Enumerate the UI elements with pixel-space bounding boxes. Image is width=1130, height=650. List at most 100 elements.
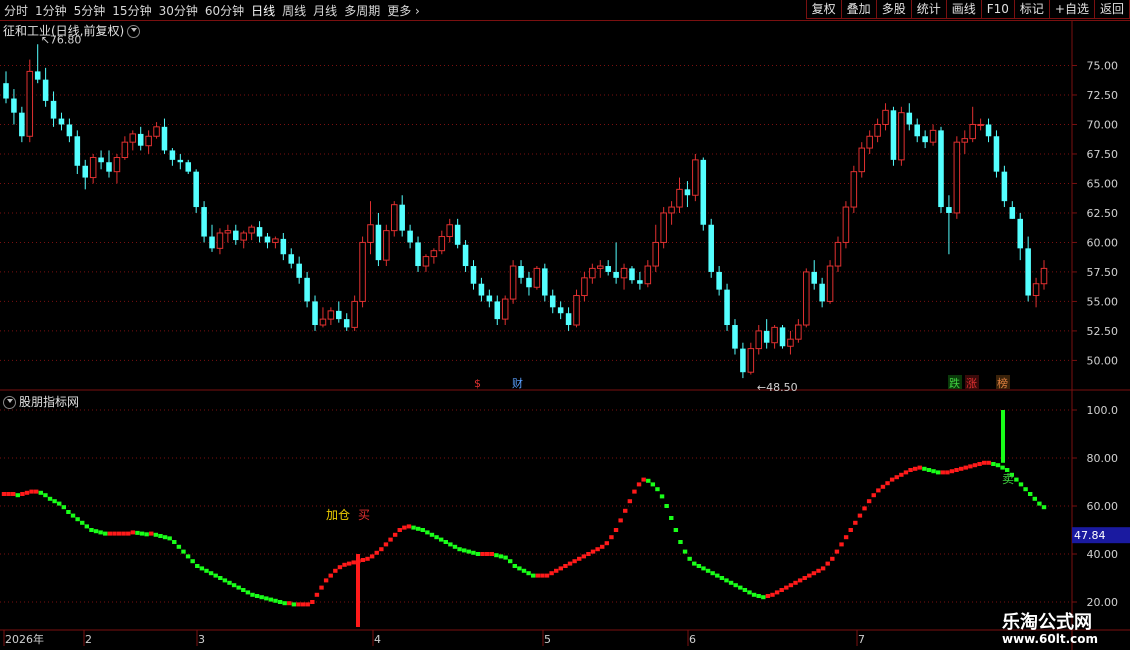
indicator-bar: [871, 493, 876, 498]
candle-body: [422, 256, 430, 267]
indicator-bar: [977, 462, 982, 466]
date-label: 2026年: [5, 632, 44, 646]
indicator-bar: [843, 535, 849, 540]
indicator-bar: [310, 600, 315, 604]
indicator-bar: [618, 518, 623, 523]
indicator-bar: [222, 578, 228, 583]
indicator-bar: [793, 580, 798, 585]
indicator-bar: [779, 588, 784, 592]
indicator-bar: [857, 513, 863, 518]
candle-body: [946, 207, 952, 213]
indicator-bar: [149, 531, 154, 536]
candle-body: [193, 171, 199, 208]
candle-body: [34, 71, 41, 80]
candle-body: [526, 277, 532, 288]
candle-body: [319, 318, 327, 326]
indicator-bar: [503, 555, 508, 560]
signal-buy-label: 买: [358, 508, 370, 522]
candle-body: [740, 348, 746, 373]
indicator-bar: [116, 531, 122, 536]
indicator-bar: [374, 550, 379, 555]
chart-canvas[interactable]: 75.00 72.50 70.00 67.50 65.00 62.50 60.00 57.50…: [0, 0, 1130, 650]
indicator-bar: [549, 571, 554, 576]
indicator-bar: [958, 466, 964, 471]
candle-body: [803, 271, 810, 326]
indicator-bar: [903, 470, 909, 475]
indicator-bar: [981, 460, 987, 465]
indicator-bar: [567, 561, 573, 566]
indicator-bar: [379, 547, 384, 552]
candle-body: [938, 130, 944, 208]
y-tick-label: 52.50: [1087, 325, 1119, 338]
candle-body: [1017, 218, 1024, 249]
indicator-bar: [494, 553, 499, 558]
candle-body: [216, 232, 224, 249]
indicator-bar: [402, 525, 407, 530]
indicator-bar: [866, 499, 872, 504]
candle-body: [383, 230, 390, 261]
candle-body: [597, 265, 604, 269]
indicator-bar: [544, 573, 550, 578]
indicator-bar: [185, 554, 191, 559]
indicator-bar: [696, 564, 702, 568]
indicator-bar: [218, 576, 223, 580]
current-value-label: 47.84: [1074, 529, 1106, 542]
indicator-bar: [627, 499, 633, 504]
candle-body: [629, 268, 635, 281]
indicator-bar: [885, 481, 890, 486]
candle-body: [533, 267, 541, 288]
indicator-bar: [43, 493, 48, 498]
indicator-bar: [443, 540, 448, 544]
candle-body: [732, 325, 738, 349]
indicator-bar: [415, 526, 421, 531]
indicator-bar: [774, 590, 780, 595]
indicator-bar: [535, 573, 541, 578]
indicator-bar: [646, 478, 651, 483]
candle-body: [304, 277, 310, 302]
indicator-bar: [609, 535, 614, 540]
indicator-bar: [300, 602, 306, 607]
indicator-bar: [889, 477, 895, 482]
y-tick-label: 62.50: [1087, 207, 1119, 220]
candle-body: [1009, 207, 1016, 219]
y-tick-label: 57.50: [1087, 266, 1119, 279]
indicator-bar: [29, 489, 34, 494]
candle-body: [922, 136, 928, 143]
indicator-bar: [52, 499, 57, 504]
indicator-bar: [899, 472, 904, 477]
indicator-bar: [761, 595, 766, 600]
indicator-bar: [277, 600, 283, 604]
indicator-bar: [107, 531, 113, 536]
indicator-bar: [195, 564, 200, 568]
indicator-bar: [581, 554, 587, 559]
indicator-bar: [93, 529, 99, 534]
date-label: 7: [858, 633, 865, 646]
candle-body: [906, 112, 913, 125]
indicator-bar: [130, 530, 136, 535]
indicator-bar: [517, 566, 522, 571]
candle-body: [19, 112, 25, 137]
indicator-bar: [659, 494, 665, 499]
indicator-bar: [572, 559, 577, 564]
indicator-bar: [526, 571, 531, 576]
candle-body: [98, 157, 104, 163]
candle-body: [50, 100, 57, 119]
y-tick-label: 60.00: [1087, 236, 1119, 249]
indicator-bar: [880, 484, 886, 489]
candle-body: [501, 298, 509, 320]
candle-body: [1040, 267, 1048, 285]
indicator-bar: [862, 506, 867, 511]
indicator-bar: [678, 540, 683, 544]
indicator-bar: [784, 585, 789, 590]
indicator-bar: [11, 492, 16, 496]
indicator-bar: [719, 576, 725, 580]
indicator-bar: [926, 468, 932, 472]
indicator-bar: [328, 573, 333, 578]
indicator-bar: [250, 592, 255, 597]
candle-body: [407, 230, 413, 243]
y-tick-label: 40.00: [1087, 548, 1119, 561]
indicator-bar: [577, 556, 582, 561]
candle-body: [390, 204, 398, 232]
y-tick-label: 50.00: [1087, 354, 1119, 367]
indicator-bar: [802, 576, 807, 580]
